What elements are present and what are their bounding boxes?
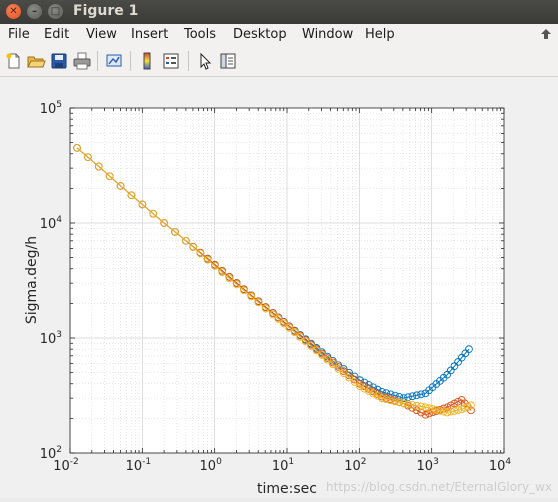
x-tick-labels: 10-2 10-1 100 101 102 103 104 (53, 457, 511, 474)
edit-plot-icon[interactable] (195, 51, 215, 71)
save-icon[interactable] (49, 51, 69, 71)
window-titlebar: ✕ – □ Figure 1 (0, 0, 558, 24)
y-axis-label: Sigma.deg/h (24, 236, 40, 324)
toolbar-separator (188, 51, 189, 71)
insert-legend-icon[interactable] (161, 51, 181, 71)
menu-help[interactable]: Help (365, 27, 395, 42)
menu-desktop[interactable]: Desktop (233, 27, 287, 42)
menu-view[interactable]: View (86, 27, 117, 42)
toolbar-separator (130, 51, 131, 71)
watermark: https://blog.csdn.net/EternalGlory_wx (326, 480, 552, 494)
x-tick-label: 10-2 (53, 457, 79, 474)
x-tick-label: 100 (200, 457, 223, 474)
y-tick-label: 104 (40, 215, 63, 232)
plot-browser-icon[interactable] (218, 51, 238, 71)
menu-window[interactable]: Window (302, 27, 353, 42)
minimize-window-button[interactable]: – (27, 4, 42, 19)
x-tick-label: 10-1 (126, 457, 152, 474)
insert-colorbar-icon[interactable] (137, 51, 157, 71)
link-plot-icon[interactable] (104, 51, 124, 71)
new-figure-icon[interactable] (4, 51, 24, 71)
window-title: Figure 1 (73, 3, 139, 19)
loglog-chart[interactable]: 10-2 10-1 100 101 102 103 104 102 103 104 105 tim… (0, 77, 558, 498)
y-tick-labels: 102103104105 (40, 100, 63, 462)
x-tick-label: 104 (489, 457, 512, 474)
figure-canvas: 10-2 10-1 100 101 102 103 104 102 103 104 105 tim… (0, 77, 558, 498)
menu-edit[interactable]: Edit (44, 27, 69, 42)
open-file-icon[interactable] (26, 51, 46, 71)
x-tick-label: 103 (417, 457, 439, 474)
menu-tools[interactable]: Tools (184, 27, 216, 42)
maximize-window-button[interactable]: □ (48, 4, 63, 19)
figure-toolbar (0, 46, 558, 77)
x-tick-label: 101 (272, 457, 294, 474)
x-axis-label: time:sec (257, 481, 317, 497)
close-window-button[interactable]: ✕ (6, 4, 21, 19)
toolbar-separator (97, 51, 98, 71)
print-icon[interactable] (72, 51, 92, 71)
menu-bar: File Edit View Insert Tools Desktop Wind… (0, 24, 558, 46)
dock-figure-icon[interactable] (540, 28, 552, 40)
menu-file[interactable]: File (8, 27, 30, 42)
menu-insert[interactable]: Insert (131, 27, 168, 42)
x-tick-label: 102 (344, 457, 366, 474)
y-tick-label: 105 (40, 100, 62, 117)
y-tick-label: 103 (40, 330, 62, 347)
